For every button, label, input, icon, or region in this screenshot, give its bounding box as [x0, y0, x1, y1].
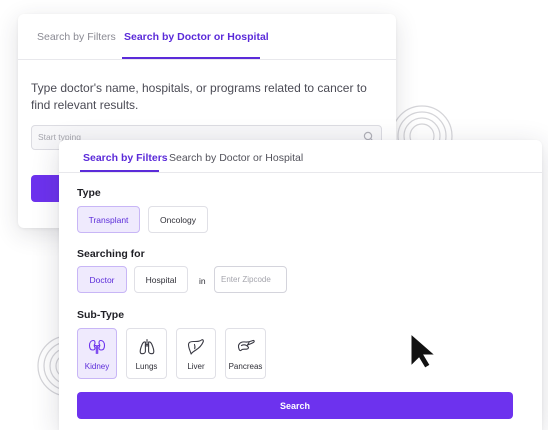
- searching-for-doctor[interactable]: Doctor: [77, 266, 127, 293]
- front-tab-bar: Search by Filters Search by Doctor or Ho…: [59, 140, 542, 173]
- type-label: Type: [77, 187, 101, 199]
- back-tab-search-by-doctor[interactable]: Search by Doctor or Hospital: [124, 31, 269, 43]
- search-description: Type doctor's name, hospitals, or progra…: [31, 81, 367, 112]
- subtype-liver[interactable]: Liver: [176, 328, 216, 379]
- type-option-transplant[interactable]: Transplant: [77, 206, 140, 233]
- active-tab-indicator: [122, 57, 260, 59]
- back-tab-search-by-filters[interactable]: Search by Filters: [37, 31, 116, 43]
- zipcode-input[interactable]: [214, 266, 287, 293]
- subtype-kidney-label: Kidney: [84, 362, 110, 371]
- searching-for-label: Searching for: [77, 248, 145, 260]
- tab-search-by-filters[interactable]: Search by Filters: [83, 152, 168, 164]
- type-option-oncology[interactable]: Oncology: [148, 206, 208, 233]
- pancreas-icon: [237, 339, 255, 352]
- kidney-icon: [88, 339, 106, 355]
- subtype-pancreas-label: Pancreas: [228, 362, 263, 371]
- searching-for-hospital[interactable]: Hospital: [134, 266, 188, 293]
- liver-icon: [187, 339, 204, 355]
- mouse-cursor-icon: [410, 333, 437, 369]
- subtype-lungs[interactable]: Lungs: [126, 328, 167, 379]
- subtype-pancreas[interactable]: Pancreas: [225, 328, 266, 379]
- in-connector: in: [199, 276, 206, 286]
- search-button[interactable]: Search: [77, 392, 513, 419]
- active-tab-indicator: [80, 170, 159, 172]
- subtype-liver-label: Liver: [187, 362, 205, 371]
- subtype-lungs-label: Lungs: [135, 362, 158, 371]
- sub-type-label: Sub-Type: [77, 309, 125, 321]
- subtype-kidney[interactable]: Kidney: [77, 328, 117, 379]
- back-tab-bar: Search by Filters Search by Doctor or Ho…: [18, 14, 396, 60]
- tab-search-by-doctor[interactable]: Search by Doctor or Hospital: [169, 152, 303, 164]
- lungs-icon: [139, 338, 154, 355]
- filter-search-panel: Search by Filters Search by Doctor or Ho…: [59, 140, 542, 430]
